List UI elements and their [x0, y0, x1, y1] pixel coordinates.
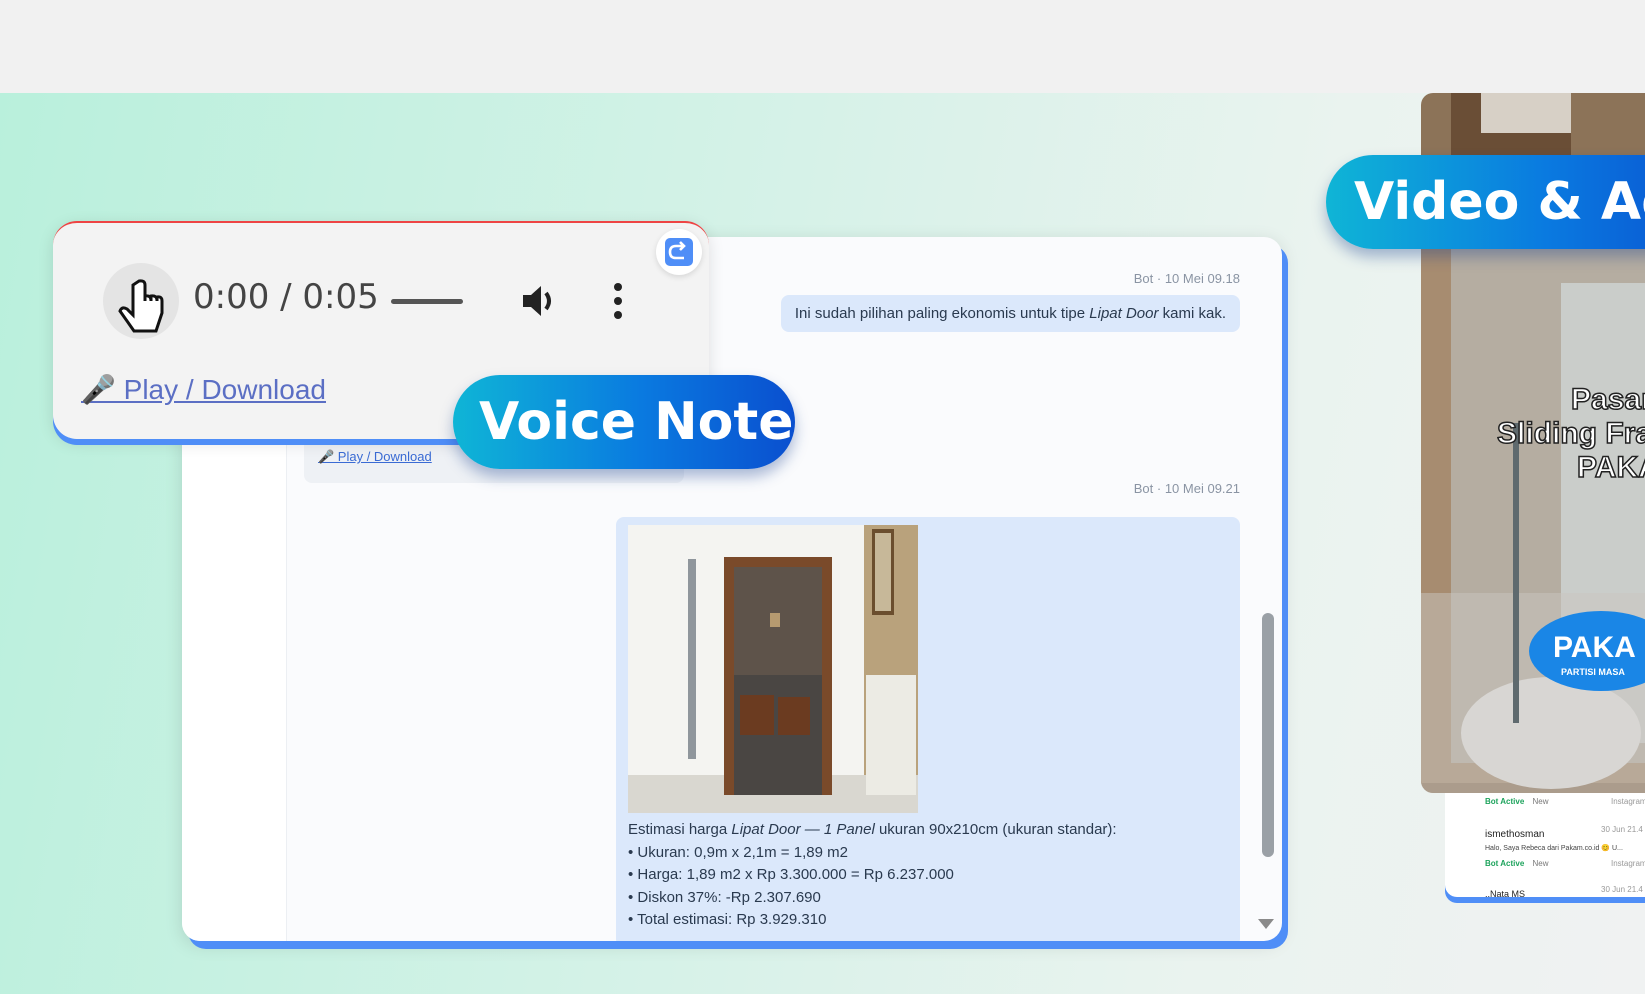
video-ad-label: Video & Ad — [1326, 155, 1645, 249]
message-text: kami kak. — [1158, 305, 1226, 322]
source-label: Instagram — [1611, 859, 1645, 868]
contact-name[interactable]: ..Nata MS — [1485, 889, 1525, 899]
estimate-bullet: • Harga: 1,89 m2 x Rp 3.300.000 = Rp 6.2… — [628, 866, 954, 883]
status-badge: Bot Active — [1485, 797, 1525, 806]
message-emphasis: Lipat Door — [1089, 305, 1159, 322]
estimate-product: Lipat Door — 1 Panel — [731, 821, 875, 838]
door-illustration — [628, 525, 918, 813]
contact-name[interactable]: ismethosman — [1485, 829, 1544, 840]
volume-icon[interactable] — [519, 281, 559, 325]
instagram-conversation-list: Bot Active New Instagram ismethosman 30 … — [1445, 793, 1645, 899]
video-caption: PAKA — [1577, 451, 1645, 484]
play-download-link[interactable]: 🎤 Play / Download — [81, 373, 326, 406]
message-meta: Bot · 10 Mei 09.21 — [1133, 481, 1240, 496]
voice-note-label: Voice Note — [453, 375, 795, 469]
message-time: 30 Jun 21.4 — [1601, 825, 1643, 834]
tag-badge: New — [1532, 797, 1549, 806]
voice-download-link[interactable]: 🎤 Play / Download — [318, 449, 432, 465]
estimate-prefix: Estimasi harga — [628, 821, 732, 838]
status-badge: Bot Active — [1485, 859, 1525, 868]
message-time: 30 Jun 21.4 — [1601, 885, 1643, 894]
video-caption: Pasan — [1571, 383, 1645, 416]
estimate-bullet: • Ukuran: 0,9m x 2,1m = 1,89 m2 — [628, 843, 848, 861]
play-button[interactable] — [103, 263, 179, 339]
message-meta: Bot · 10 Mei 09.18 — [1133, 271, 1240, 286]
estimate-suffix: ukuran 90x210cm (ukuran standar): — [874, 821, 1117, 838]
scroll-down-arrow-icon[interactable] — [1258, 919, 1274, 929]
estimate-line: Estimasi harga Lipat Door — 1 Panel ukur… — [628, 819, 1117, 842]
tag-badge: New — [1532, 859, 1549, 868]
scrollbar-thumb[interactable] — [1262, 613, 1274, 857]
hero-stage: Bot · 10 Mei 09.18 Ini sudah pilihan pal… — [0, 93, 1645, 994]
source-label: Instagram — [1611, 797, 1645, 806]
estimate-bullet: • Total estimasi: Rp 3.929.310 — [628, 911, 827, 928]
video-brand: PAKA — [1553, 631, 1636, 664]
message-bubble: Ini sudah pilihan paling ekonomis untuk … — [780, 295, 1240, 332]
message-bubble: Estimasi harga Lipat Door — 1 Panel ukur… — [616, 517, 1240, 941]
door-photo[interactable] — [628, 525, 918, 813]
list-item[interactable]: Bot Active New — [1485, 797, 1549, 806]
more-options-icon[interactable] — [611, 281, 625, 325]
video-caption: Sliding Frame — [1497, 417, 1645, 450]
hand-cursor-icon — [118, 279, 164, 333]
estimate-bullet: • Diskon 37%: -Rp 2.307.690 — [628, 888, 821, 906]
estimate-text: Estimasi harga Lipat Door — 1 Panel ukur… — [628, 819, 1117, 932]
undo-icon[interactable] — [656, 229, 702, 275]
video-brand-sub: PARTISI MASA — [1561, 667, 1625, 677]
list-item-status: Bot Active New — [1485, 859, 1549, 868]
audio-seek-bar[interactable] — [391, 299, 463, 304]
audio-time: 0:00 / 0:05 — [193, 277, 379, 317]
message-preview: Halo, Saya Rebeca dari Pakam.co.id 😊 U..… — [1485, 845, 1623, 852]
message-text: Ini sudah pilihan paling ekonomis untuk … — [794, 305, 1090, 322]
